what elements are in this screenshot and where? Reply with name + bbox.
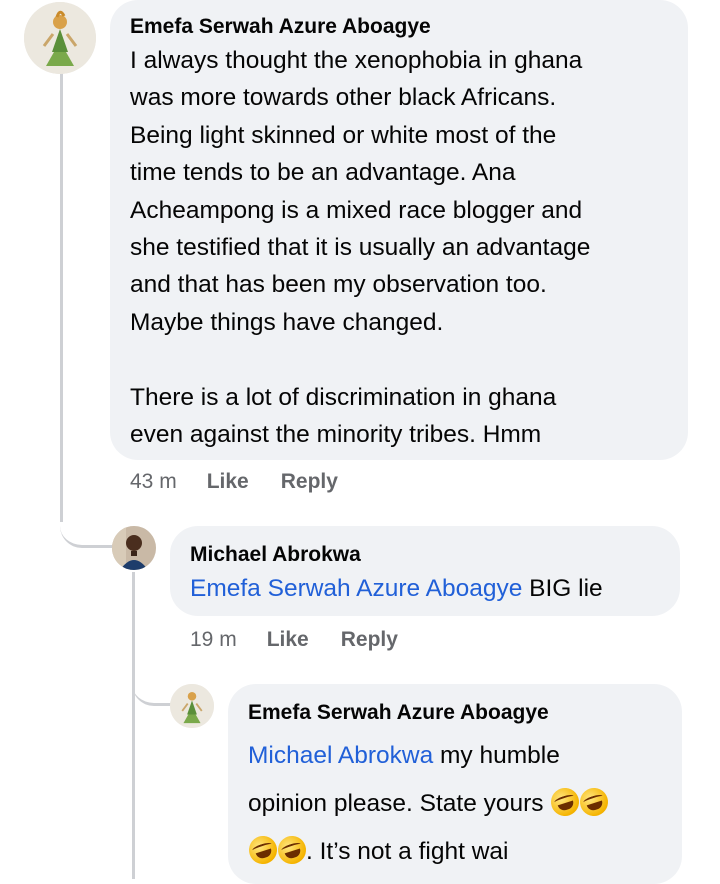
thread-line-reply (132, 572, 135, 879)
reply-timestamp[interactable]: 19 m (190, 628, 237, 652)
nested-reply-line: . It’s not a fight wai (245, 828, 664, 876)
reply-author[interactable]: Michael Abrokwa (190, 542, 660, 568)
rolling-laughing-emoji-icon (547, 784, 584, 820)
reply-actions: 19 m Like Reply (190, 628, 430, 652)
nested-reply-line: opinion please. State yours (248, 780, 664, 828)
reply-text: Emefa Serwah Azure Aboagye BIG lie (190, 572, 660, 606)
nested-reply-text: Michael Abrokwa my humble opinion please… (245, 732, 664, 876)
comment-line: and that has been my observation too. (130, 271, 547, 299)
rolling-laughing-emoji-icon (274, 832, 310, 868)
rolling-laughing-emoji-icon (576, 784, 613, 820)
avatar-illustration-icon (24, 2, 96, 74)
comment-line: time tends to be an advantage. Ana (130, 159, 516, 187)
like-button[interactable]: Like (207, 470, 249, 494)
comment-line: was more towards other black Africans. (130, 84, 557, 112)
comment-actions: 43 m Like Reply (130, 470, 370, 494)
comment-line: There is a lot of discrimination in ghan… (130, 383, 557, 411)
comment-line: she testified that it is usually an adva… (130, 234, 591, 262)
nested-reply-line: Michael Abrokwa my humble (248, 732, 664, 780)
avatar[interactable] (112, 526, 156, 570)
rolling-laughing-emoji-icon (245, 832, 281, 868)
comment-line: even against the minority tribes. Hmm (130, 421, 542, 449)
mention-link[interactable]: Michael Abrokwa (248, 742, 433, 769)
avatar-photo-icon (112, 526, 156, 570)
nested-reply-line-text: my humble (433, 742, 560, 769)
avatar-illustration-icon (170, 684, 214, 728)
nested-reply-line-text: opinion please. State yours (248, 790, 551, 817)
comment-line: Being light skinned or white most of the (130, 121, 557, 149)
mention-link[interactable]: Emefa Serwah Azure Aboagye (190, 575, 522, 602)
nested-reply-author[interactable]: Emefa Serwah Azure Aboagye (248, 700, 664, 726)
reply-bubble: Michael Abrokwa Emefa Serwah Azure Aboag… (170, 526, 680, 616)
nested-reply-line-text: . It’s not a fight wai (306, 838, 509, 865)
reply-button[interactable]: Reply (341, 628, 398, 652)
avatar[interactable] (24, 2, 96, 74)
reply-text-content: BIG lie (522, 575, 603, 602)
avatar[interactable] (170, 684, 214, 728)
comment-line: Acheampong is a mixed race blogger and (130, 196, 583, 224)
comment-line: Maybe things have changed. (130, 308, 444, 336)
comment-bubble: Emefa Serwah Azure Aboagye I always thou… (110, 0, 688, 460)
comment-author[interactable]: Emefa Serwah Azure Aboagye (130, 14, 666, 40)
thread-curve-reply-1 (60, 500, 118, 548)
comment-blank-line (130, 341, 666, 378)
like-button[interactable]: Like (267, 628, 309, 652)
thread-line-main (60, 72, 63, 522)
comment-text: I always thought the xenophobia in ghana… (130, 42, 666, 453)
comment-timestamp[interactable]: 43 m (130, 470, 177, 494)
thread-curve-reply-2 (132, 660, 172, 706)
reply-button[interactable]: Reply (281, 470, 338, 494)
comment-line: I always thought the xenophobia in ghana (130, 47, 583, 74)
nested-reply-bubble: Emefa Serwah Azure Aboagye Michael Abrok… (228, 684, 682, 884)
